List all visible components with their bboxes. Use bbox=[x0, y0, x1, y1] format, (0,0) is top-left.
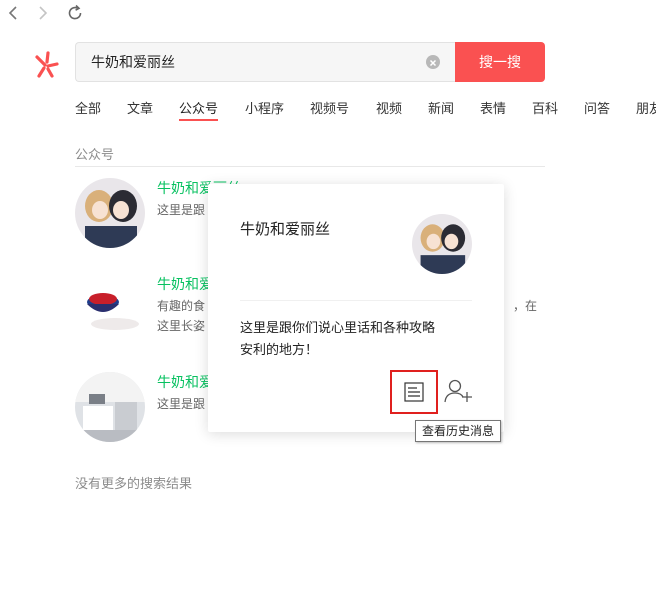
tab-all[interactable]: 全部 bbox=[75, 98, 101, 117]
result-title[interactable]: 牛奶和爱 bbox=[157, 372, 213, 392]
account-popup-card: 牛奶和爱丽丝 这里是跟你们说心里话和各种攻略安利的地方！ bbox=[208, 184, 504, 432]
result-desc: 有趣的食 bbox=[157, 299, 206, 313]
clear-icon[interactable] bbox=[426, 55, 440, 69]
section-divider bbox=[75, 166, 545, 167]
refresh-button[interactable] bbox=[64, 2, 86, 24]
refresh-icon bbox=[68, 4, 82, 20]
tab-channels[interactable]: 视频号 bbox=[310, 98, 349, 117]
history-tooltip: 查看历史消息 bbox=[415, 420, 502, 442]
result-desc-tail: ，在 bbox=[513, 299, 538, 313]
forward-button[interactable] bbox=[32, 2, 54, 24]
result-desc: 这里是跟 bbox=[157, 397, 206, 411]
tab-qa[interactable]: 问答 bbox=[584, 98, 610, 117]
result-desc-line2: 这里长姿 bbox=[157, 319, 206, 333]
popup-description: 这里是跟你们说心里话和各种攻略安利的地方！ bbox=[240, 321, 436, 358]
forward-icon bbox=[39, 6, 48, 20]
result-title[interactable]: 牛奶和爱 bbox=[157, 274, 213, 294]
add-follow-icon bbox=[444, 379, 472, 403]
tab-articles[interactable]: 文章 bbox=[127, 98, 153, 117]
result-desc: 这里是跟 bbox=[157, 203, 206, 217]
history-articles-icon bbox=[404, 382, 424, 402]
back-icon bbox=[8, 6, 17, 20]
history-messages-button[interactable] bbox=[390, 370, 438, 414]
tab-videos[interactable]: 视频 bbox=[376, 98, 402, 117]
follow-button[interactable] bbox=[442, 376, 474, 406]
popup-divider bbox=[240, 300, 472, 301]
search-button[interactable]: 搜一搜 bbox=[455, 42, 545, 82]
back-button[interactable] bbox=[2, 2, 24, 24]
search-input[interactable] bbox=[76, 43, 431, 81]
avatar bbox=[75, 372, 145, 442]
popup-account-name: 牛奶和爱丽丝 bbox=[240, 220, 331, 238]
tab-friends[interactable]: 朋友 bbox=[636, 98, 656, 117]
tab-stickers[interactable]: 表情 bbox=[480, 98, 506, 117]
popup-avatar bbox=[412, 214, 472, 274]
tab-official-accounts[interactable]: 公众号 bbox=[179, 98, 219, 121]
section-label: 公众号 bbox=[75, 148, 115, 163]
search-logo bbox=[30, 48, 62, 80]
tab-mini-programs[interactable]: 小程序 bbox=[245, 98, 284, 117]
tab-encyclopedia[interactable]: 百科 bbox=[532, 98, 558, 117]
avatar bbox=[75, 274, 145, 344]
avatar bbox=[75, 178, 145, 248]
search-bar bbox=[75, 42, 455, 82]
no-more-results: 没有更多的搜索结果 bbox=[75, 477, 193, 492]
tab-news[interactable]: 新闻 bbox=[428, 98, 454, 117]
logo-icon bbox=[35, 51, 59, 78]
